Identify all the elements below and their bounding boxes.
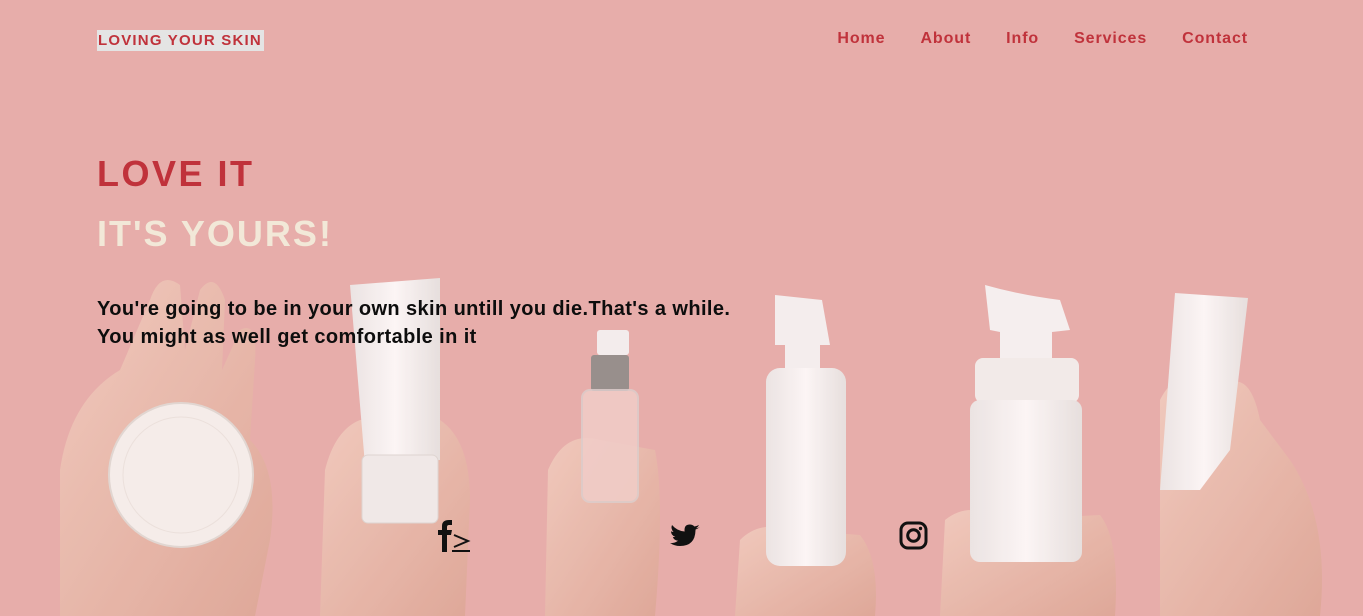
nav-contact-link[interactable]: Contact xyxy=(1182,29,1248,49)
instagram-icon xyxy=(893,516,933,556)
nav-services-link[interactable]: Services xyxy=(1074,29,1147,49)
brand-logo-link[interactable]: LOVING YOUR SKIN xyxy=(97,30,264,51)
hero-tagline: You're going to be in your own skin unti… xyxy=(97,298,731,348)
twitter-icon xyxy=(665,516,705,556)
instagram-link[interactable] xyxy=(893,516,933,556)
hero-headline: LOVE IT xyxy=(97,153,255,194)
facebook-icon xyxy=(432,516,472,556)
top-navigation-bar: LOVING YOUR SKIN Home About Info Service… xyxy=(0,0,1363,80)
nav-about-link[interactable]: About xyxy=(920,29,971,49)
hero-subheadline: IT'S YOURS! xyxy=(97,213,333,254)
nav-info-link[interactable]: Info xyxy=(1006,29,1039,49)
nav-home-link[interactable]: Home xyxy=(837,29,885,49)
social-links xyxy=(0,516,1363,556)
twitter-link[interactable] xyxy=(665,516,705,556)
facebook-link[interactable] xyxy=(432,516,472,556)
main-nav: Home About Info Services Contact xyxy=(802,29,1248,49)
